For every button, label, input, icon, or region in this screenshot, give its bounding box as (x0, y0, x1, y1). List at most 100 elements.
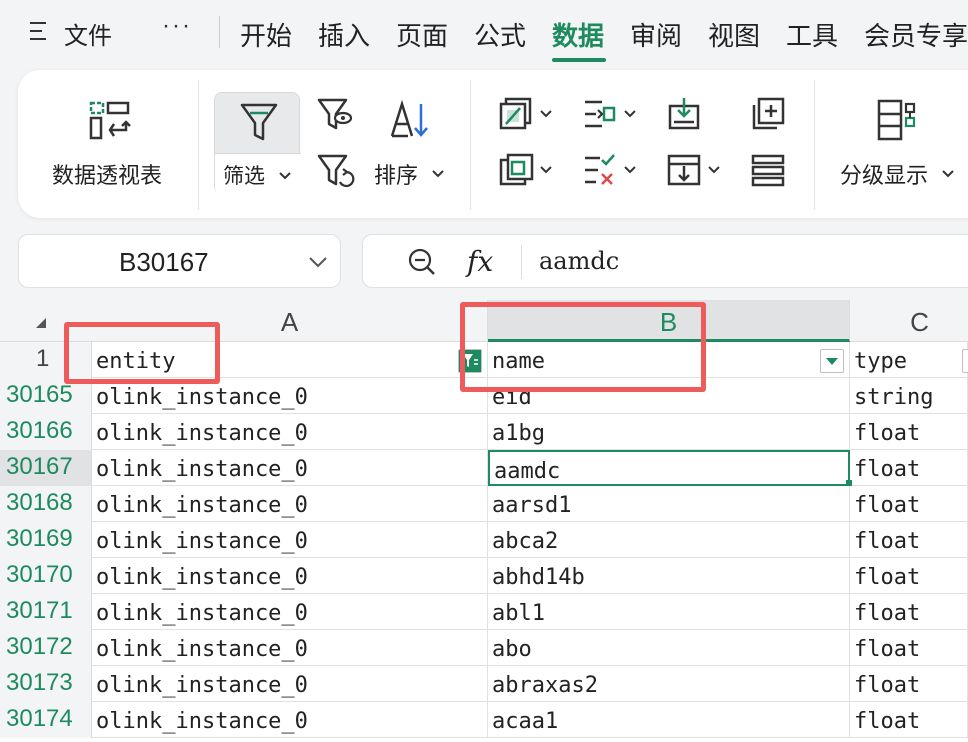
pivot-table-label: 数据透视表 (52, 163, 163, 188)
menu-bar: 文件 ··· 开始 插入 页面 公式 数据 审阅 视图 工具 会员专享 (0, 0, 968, 66)
cell-name[interactable]: abl1 (488, 594, 850, 630)
row-number[interactable]: 30170 (0, 558, 92, 594)
tab-insert[interactable]: 插入 (318, 16, 370, 53)
zoom-icon[interactable] (407, 247, 437, 277)
pivot-table-icon (89, 101, 131, 140)
highlight-duplicates-button[interactable] (498, 96, 554, 136)
fill-icon (668, 98, 700, 130)
cell-type[interactable]: float (850, 702, 968, 738)
filter-dropdown-button[interactable] (962, 349, 968, 373)
tab-page[interactable]: 页面 (396, 16, 448, 53)
filter-dropdown-button[interactable] (820, 349, 844, 373)
record-form-button[interactable] (750, 152, 790, 192)
tab-formula[interactable]: 公式 (474, 16, 526, 53)
fill-down-button[interactable] (666, 96, 706, 136)
tab-view[interactable]: 视图 (708, 16, 760, 53)
name-box[interactable]: B30167 (18, 234, 341, 288)
remove-duplicates-button[interactable] (498, 152, 554, 192)
cell-name[interactable]: abo (488, 630, 850, 666)
cell-name[interactable]: aarsd1 (488, 486, 850, 522)
cell-entity[interactable]: olink_instance_0 (92, 594, 488, 630)
add-sheet-icon (752, 97, 785, 130)
tab-tools[interactable]: 工具 (786, 16, 838, 53)
cell-entity[interactable]: olink_instance_0 (92, 558, 488, 594)
sort-button[interactable]: 排序 (372, 92, 452, 192)
tab-data[interactable]: 数据 (552, 16, 604, 53)
validation-button[interactable] (582, 152, 638, 192)
cell-name[interactable]: abraxas2 (488, 666, 850, 702)
row-number[interactable]: 30168 (0, 486, 92, 522)
outline-icon (877, 99, 916, 141)
filter-button[interactable]: 筛选 (214, 92, 301, 195)
cell-name[interactable]: a1bg (488, 414, 850, 450)
row-number[interactable]: 30166 (0, 414, 92, 450)
table-row: 30166 olink_instance_0 a1bg float (0, 414, 968, 450)
sort-icon (390, 99, 428, 138)
row-number[interactable]: 30172 (0, 630, 92, 666)
cell-entity[interactable]: olink_instance_0 (92, 666, 488, 702)
ribbon-divider (814, 80, 815, 210)
pivot-table-button[interactable]: 数据透视表 (48, 90, 178, 190)
more-menu[interactable]: ··· (162, 12, 192, 40)
table-row: 30173 olink_instance_0 abraxas2 float (0, 666, 968, 702)
cell-type[interactable]: float (850, 594, 968, 630)
column-header-c[interactable]: C (850, 300, 968, 342)
insert-dropdown-button[interactable] (666, 152, 722, 192)
filter-label: 筛选 (223, 165, 265, 188)
cell-entity[interactable]: olink_instance_0 (92, 414, 488, 450)
header-cell-type[interactable]: type (850, 342, 968, 378)
cell-type[interactable]: float (850, 486, 968, 522)
consolidate-button[interactable] (750, 96, 790, 136)
cell-name[interactable]: acaa1 (488, 702, 850, 738)
cell-type[interactable]: float (850, 450, 968, 486)
row-number[interactable]: 30167 (0, 450, 92, 486)
cell-type[interactable]: float (850, 666, 968, 702)
reapply-filter-icon[interactable] (316, 152, 356, 192)
insert-function-button[interactable]: fx (467, 245, 493, 278)
cell-type[interactable]: string (850, 378, 968, 414)
cell-type[interactable]: float (850, 414, 968, 450)
cell-entity[interactable]: olink_instance_0 (92, 522, 488, 558)
cell-entity[interactable]: olink_instance_0 (92, 702, 488, 738)
tab-member[interactable]: 会员专享 (864, 16, 968, 53)
row-number[interactable]: 30169 (0, 522, 92, 558)
cell-type[interactable]: float (850, 558, 968, 594)
formula-input[interactable]: aamdc (539, 247, 619, 275)
ribbon-divider (470, 80, 471, 210)
name-box-value: B30167 (119, 247, 209, 277)
outline-button[interactable]: 分级显示 (838, 92, 962, 192)
cell-type[interactable]: float (850, 630, 968, 666)
chevron-down-icon[interactable] (309, 257, 327, 268)
formula-divider (521, 245, 522, 279)
cell-type[interactable]: float (850, 522, 968, 558)
file-menu[interactable]: 文件 (64, 16, 112, 51)
cell-entity[interactable]: olink_instance_0 (92, 630, 488, 666)
filter-dropdown[interactable]: 筛选 (215, 153, 301, 195)
table-row: 30172 olink_instance_0 abo float (0, 630, 968, 666)
menu-icon[interactable] (30, 20, 48, 42)
select-all-corner[interactable] (36, 318, 46, 328)
chevron-down-icon (624, 166, 636, 174)
chevron-down-icon (432, 170, 444, 178)
tab-review[interactable]: 审阅 (630, 16, 682, 53)
dropdown-list-icon (667, 154, 701, 186)
row-number[interactable]: 30173 (0, 666, 92, 702)
filter-view-icon[interactable] (316, 96, 356, 136)
cell-name[interactable]: abca2 (488, 522, 850, 558)
text-to-columns-button[interactable] (582, 96, 638, 136)
row-number[interactable]: 30174 (0, 702, 92, 738)
remove-duplicates-icon (499, 153, 534, 186)
chevron-down-icon (708, 166, 720, 174)
chevron-down-icon (279, 172, 291, 180)
cell-entity[interactable]: olink_instance_0 (92, 450, 488, 486)
chevron-down-icon (540, 166, 552, 174)
table-row-selected: 30167 olink_instance_0 aamdc float (0, 450, 968, 486)
cell-name[interactable]: abhd14b (488, 558, 850, 594)
table-row: 30171 olink_instance_0 abl1 float (0, 594, 968, 630)
cell-entity[interactable]: olink_instance_0 (92, 486, 488, 522)
menu-divider (219, 16, 220, 48)
tab-home[interactable]: 开始 (240, 16, 292, 53)
row-number[interactable]: 30171 (0, 594, 92, 630)
active-cell[interactable]: aamdc (488, 450, 850, 486)
table-row: 30169 olink_instance_0 abca2 float (0, 522, 968, 558)
